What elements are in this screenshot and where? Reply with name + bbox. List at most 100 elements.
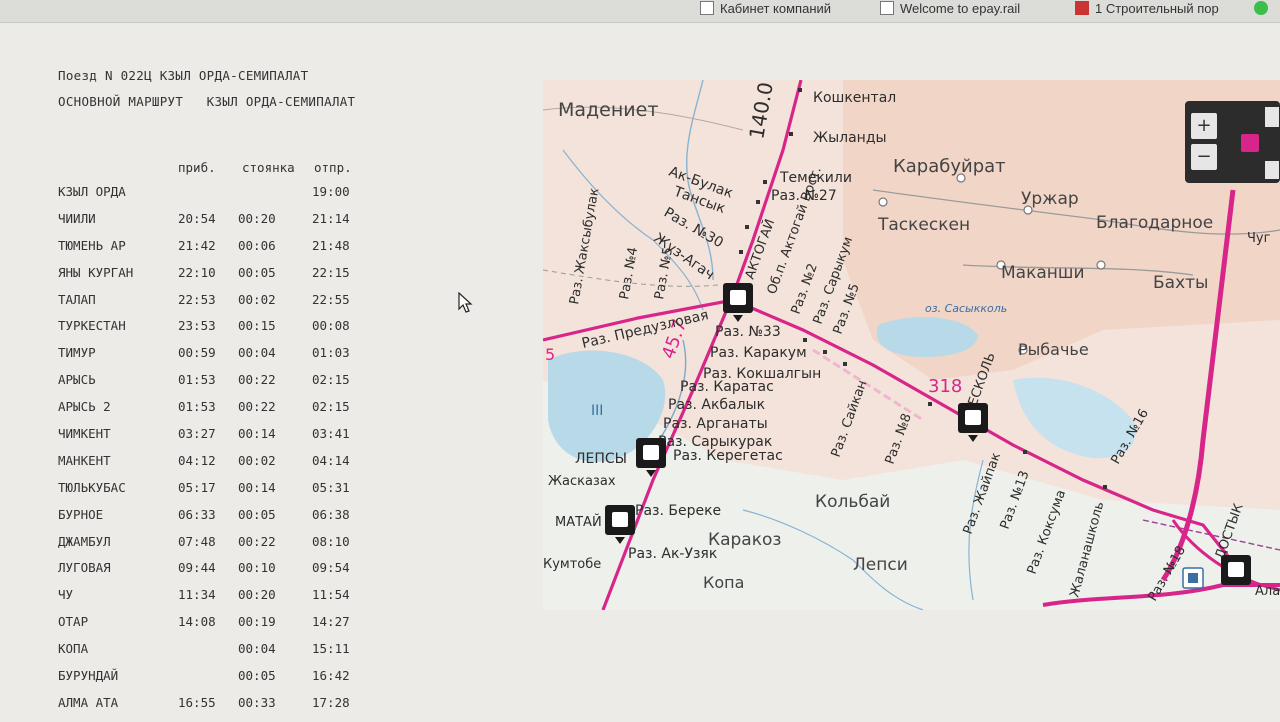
stop-duration: 00:02: [238, 452, 276, 468]
label-madeniet: Мадениет: [558, 99, 658, 121]
stop-duration: 00:15: [238, 318, 276, 334]
browser-bookmarks-bar: Кабинет компаний Welcome to epay.rail 1 …: [0, 0, 1280, 23]
zoom-out-button[interactable]: −: [1191, 144, 1217, 170]
station-name: ДЖАМБУЛ: [58, 533, 111, 549]
arrival-time: 14:08: [178, 614, 216, 630]
stop-duration: 00:05: [238, 506, 276, 522]
label-kopa: Копа: [703, 573, 744, 592]
station-name: ЧИМКЕНТ: [58, 426, 111, 442]
stop-duration: 00:05: [238, 668, 276, 684]
departure-time: 14:27: [312, 614, 350, 630]
schedule-row: ЧУ 11:34 00:20 11:54: [58, 587, 498, 614]
departure-time: 19:00: [312, 184, 350, 199]
arrival-time: 00:59: [178, 345, 216, 361]
station-name: БУРУНДАЙ: [58, 668, 119, 684]
station-name: ТАЛАП: [58, 291, 96, 307]
arrival-time: 07:48: [178, 533, 216, 549]
label-matai: МАТАЙ: [555, 514, 602, 530]
station-name: МАНКЕНТ: [58, 452, 111, 468]
departure-time: 22:15: [312, 264, 350, 280]
stop-duration: 00:02: [238, 291, 276, 307]
label-zhylandy: Жыланды: [813, 130, 887, 146]
stop-duration: 00:33: [238, 694, 276, 710]
arrival-time: 03:27: [178, 426, 216, 442]
station-marker-dostyk[interactable]: [1221, 555, 1251, 585]
label-lepsy: ЛЕПСЫ: [575, 451, 627, 467]
departure-time: 21:14: [312, 210, 350, 226]
site-icon: [1075, 1, 1089, 15]
map-layer-icon[interactable]: [1241, 134, 1259, 152]
station-name: ТЮЛЬКУБАС: [58, 479, 126, 495]
schedule-row: ТИМУР 00:59 00:04 01:03: [58, 345, 498, 372]
schedule-row: БУРУНДАЙ 00:05 16:42: [58, 668, 498, 695]
departure-time: 21:48: [312, 237, 350, 253]
train-schedule: Поезд N 022Ц КЗЫЛ ОРДА-СЕМИПАЛАТ ОСНОВНО…: [58, 68, 498, 720]
arrival-time: 20:54: [178, 210, 216, 226]
station-name: КЗЫЛ ОРДА: [58, 184, 126, 199]
arrival-time: 06:33: [178, 506, 216, 522]
route-title: ОСНОВНОЙ МАРШРУТ КЗЫЛ ОРДА-СЕМИПАЛАТ: [58, 94, 356, 109]
chevron-down-icon[interactable]: [1265, 161, 1279, 179]
stop-duration: 00:10: [238, 560, 276, 576]
label-karakum: Раз. Каракум: [710, 345, 807, 361]
stop-duration: 00:19: [238, 614, 276, 630]
label-karakoz: Каракоз: [708, 530, 781, 550]
stop-duration: 00:04: [238, 641, 276, 657]
bookmark-epay[interactable]: Welcome to epay.rail: [880, 0, 1070, 20]
whatsapp-icon: [1254, 1, 1268, 15]
arrival-time: 01:53: [178, 372, 216, 388]
departure-time: 11:54: [312, 587, 350, 603]
arrival-time: 21:42: [178, 237, 216, 253]
departure-time: 03:41: [312, 426, 350, 442]
schedule-row: АРЫСЬ 01:53 00:22 02:15: [58, 372, 498, 399]
stop-duration: 00:22: [238, 399, 276, 415]
km-label-318: 318: [928, 376, 962, 397]
bookmark-whatsapp[interactable]: [1254, 0, 1278, 20]
station-name: АЛМА АТА: [58, 694, 119, 710]
label-keregetas: Раз. Керегетас: [673, 448, 783, 464]
departure-time: 17:28: [312, 694, 350, 710]
label-akbalyk: Раз. Акбалык: [668, 397, 765, 413]
map-zoom-panel: + −: [1185, 101, 1280, 183]
label-taskesken: Таскескен: [877, 215, 970, 235]
schedule-row: ЧИИЛИ 20:54 00:20 21:14: [58, 211, 498, 238]
schedule-row: АЛМА АТА 16:55 00:33 17:28: [58, 695, 498, 722]
schedule-row: ТАЛАП 22:53 00:02 22:55: [58, 292, 498, 319]
map-canvas[interactable]: 140.0 45.7 318 5 III Мадениет Кошкентал …: [543, 80, 1280, 610]
label-num3: III: [591, 403, 603, 419]
collapse-button[interactable]: [1265, 107, 1279, 127]
col-departure: отпр.: [314, 160, 352, 175]
railway-map[interactable]: 140.0 45.7 318 5 III Мадениет Кошкентал …: [543, 80, 1280, 610]
train-title: Поезд N 022Ц КЗЫЛ ОРДА-СЕМИПАЛАТ: [58, 68, 309, 83]
schedule-rows: КЗЫЛ ОРДА 19:00 ЧИИЛИ 20:54 00:20 21:14 ТЮМЕНЬ…: [58, 184, 498, 722]
station-name: ЧИИЛИ: [58, 210, 96, 226]
label-kumtobe: Кумтобе: [543, 557, 601, 572]
arrival-time: 23:53: [178, 318, 216, 334]
arrival-time: 22:53: [178, 291, 216, 307]
stop-duration: 00:06: [238, 237, 276, 253]
schedule-row: ЧИМКЕНТ 03:27 00:14 03:41: [58, 426, 498, 453]
label-rybachye: Рыбачье: [1018, 340, 1089, 359]
schedule-row: МАНКЕНТ 04:12 00:02 04:14: [58, 453, 498, 480]
station-name: ОТАР: [58, 614, 89, 630]
label-koshkental: Кошкентал: [813, 90, 896, 106]
station-name: ЯНЫ КУРГАН: [58, 264, 134, 280]
departure-time: 01:03: [312, 345, 350, 361]
label-blagodarnoe: Благодарное: [1096, 213, 1213, 233]
bookmark-construction-portal[interactable]: 1 Строительный пор: [1075, 0, 1245, 20]
departure-time: 06:38: [312, 506, 350, 522]
bookmark-cabinet[interactable]: Кабинет компаний: [700, 0, 860, 20]
station-name: ТУРКЕСТАН: [58, 318, 126, 334]
departure-time: 02:15: [312, 372, 350, 388]
departure-time: 22:55: [312, 291, 350, 307]
zoom-in-button[interactable]: +: [1191, 113, 1217, 139]
stop-duration: 00:04: [238, 345, 276, 361]
stop-duration: 00:22: [238, 533, 276, 549]
stop-duration: 00:20: [238, 210, 276, 226]
schedule-row: АРЫСЬ 2 01:53 00:22 02:15: [58, 399, 498, 426]
station-name: АРЫСЬ 2: [58, 399, 111, 415]
label-zhaskazakh: Жасказах: [548, 474, 616, 489]
label-karabuirat: Карабуйрат: [893, 156, 1006, 177]
border-crossing-icon: [1182, 567, 1204, 589]
arrival-time: 09:44: [178, 560, 216, 576]
